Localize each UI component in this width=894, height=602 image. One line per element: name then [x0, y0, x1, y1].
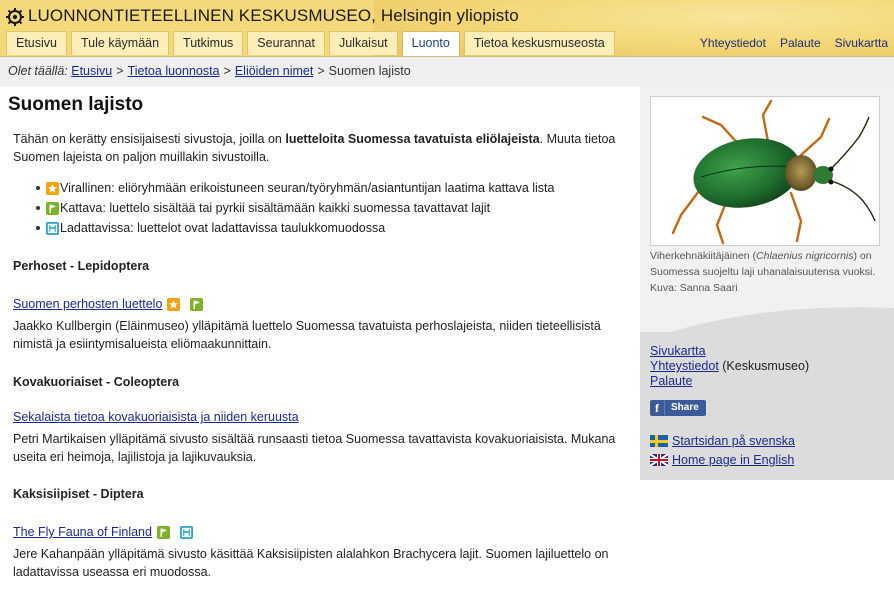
lang-swedish: Startsidan på svenska: [650, 434, 795, 448]
badge-legend: Virallinen: eliöryhmään erikoistuneen se…: [36, 178, 554, 238]
sidebar: Viherkehnäkiitäjäinen (Chlaenius nigrico…: [640, 86, 894, 480]
facebook-icon: f: [650, 400, 665, 416]
link-home-page-english[interactable]: Home page in English: [672, 453, 794, 467]
top-link-sivukartta[interactable]: Sivukartta: [835, 36, 888, 50]
tab-tietoa-keskusmuseosta[interactable]: Tietoa keskusmuseosta: [463, 31, 615, 55]
sidebar-link-palaute[interactable]: Palaute: [650, 374, 692, 388]
breadcrumb-current: Suomen lajisto: [328, 64, 411, 78]
caption-credit: Kuva: Sanna Saari: [650, 282, 738, 294]
intro-bold-text: luetteloita Suomessa tavatuista eliölaje…: [285, 132, 540, 146]
intro-text: Tähän on kerätty ensisijaisesti sivustoj…: [13, 132, 286, 146]
breadcrumb: Olet täällä: Etusivu > Tietoa luonnosta > El…: [8, 64, 411, 78]
swedish-flag-icon: [650, 435, 668, 447]
entry-lepidoptera-link-row: Suomen perhosten luettelo: [13, 297, 207, 311]
breadcrumb-bar: Olet täällä: Etusivu > Tietoa luonnosta > El…: [0, 56, 894, 87]
legend-item-downloadable: Ladattavissa: luettelot ovat ladattaviss…: [36, 218, 554, 238]
tab-etusivu[interactable]: Etusivu: [6, 31, 67, 55]
breadcrumb-separator: >: [317, 64, 325, 78]
site-header: LUONNONTIETEELLINEN KESKUSMUSEO, Helsing…: [0, 0, 894, 57]
flag-badge-icon: [190, 297, 204, 311]
museum-logo-icon[interactable]: [6, 8, 24, 26]
sidebar-link-suffix: (Keskusmuseo): [718, 359, 810, 373]
disk-badge-icon: [46, 222, 59, 235]
breadcrumb-prefix: Olet täällä:: [8, 64, 68, 78]
star-badge-icon: [167, 297, 181, 311]
entry-description-diptera: Jere Kahanpään ylläpitämä sivusto käsitt…: [13, 547, 609, 579]
legend-item-official: Virallinen: eliöryhmään erikoistuneen se…: [36, 178, 554, 198]
flag-badge-icon: [46, 202, 59, 215]
breadcrumb-link-eliöiden-nimet[interactable]: Eliöiden nimet: [235, 64, 314, 78]
photo-caption: Viherkehnäkiitäjäinen (Chlaenius nigrico…: [650, 248, 886, 296]
sidebar-links: Sivukartta Yhteystiedot (Keskusmuseo) Pa…: [650, 344, 809, 389]
legend-text: Virallinen: eliöryhmään erikoistuneen se…: [60, 181, 555, 195]
facebook-share-button[interactable]: f Share: [650, 400, 706, 416]
section-title-lepidoptera: Perhoset - Lepidoptera: [13, 259, 150, 273]
tab-seurannat[interactable]: Seurannat: [247, 31, 325, 55]
sidebar-curve-decoration: [640, 307, 894, 342]
lang-english: Home page in English: [650, 453, 794, 467]
bullet-icon: [36, 206, 40, 210]
section-title-diptera: Kaksisiipiset - Diptera: [13, 487, 144, 501]
page: LUONNONTIETEELLINEN KESKUSMUSEO, Helsing…: [0, 0, 894, 602]
uk-flag-icon: [650, 454, 668, 466]
link-suomen-perhosten-luettelo[interactable]: Suomen perhosten luettelo: [13, 297, 162, 311]
page-title: Suomen lajisto: [8, 94, 144, 115]
top-link-palaute[interactable]: Palaute: [780, 36, 821, 50]
tab-tutkimus[interactable]: Tutkimus: [173, 31, 244, 55]
entry-description-lepidoptera: Jaakko Kullbergin (Eläinmuseo) ylläpitäm…: [13, 319, 601, 351]
entry-description-coleoptera: Petri Martikaisen ylläpitämä sivusto sis…: [13, 432, 616, 464]
entry-coleoptera-link-row: Sekalaista tietoa kovakuoriaisista ja ni…: [13, 410, 299, 424]
breadcrumb-link-tietoa-luonnosta[interactable]: Tietoa luonnosta: [128, 64, 220, 78]
ground-beetle-image: [671, 99, 876, 245]
legend-text: Ladattavissa: luettelot ovat ladattaviss…: [60, 221, 386, 235]
caption-text: Viherkehnäkiitäjäinen (: [650, 250, 757, 262]
top-links: Yhteystiedot Palaute Sivukartta: [700, 36, 888, 50]
caption-species: Chlaenius nigricornis: [756, 250, 854, 262]
sidebar-link-sivukartta[interactable]: Sivukartta: [650, 344, 706, 358]
tab-tule-kaymaan[interactable]: Tule käymään: [71, 31, 170, 55]
bullet-icon: [36, 186, 40, 190]
breadcrumb-separator: >: [223, 64, 231, 78]
share-label: Share: [671, 402, 699, 413]
star-badge-icon: [46, 182, 59, 195]
intro-paragraph: Tähän on kerätty ensisijaisesti sivustoj…: [13, 130, 631, 166]
tab-luonto[interactable]: Luonto: [401, 31, 460, 57]
site-title[interactable]: LUONNONTIETEELLINEN KESKUSMUSEO, Helsing…: [28, 6, 519, 26]
link-fly-fauna-of-finland[interactable]: The Fly Fauna of Finland: [13, 525, 152, 539]
link-sekalaista-tietoa-kovakuoriaisista[interactable]: Sekalaista tietoa kovakuoriaisista ja ni…: [13, 410, 299, 424]
entry-diptera-link-row: The Fly Fauna of Finland: [13, 525, 197, 539]
tab-julkaisut[interactable]: Julkaisut: [328, 31, 398, 55]
legend-item-comprehensive: Kattava: luettelo sisältää tai pyrkii si…: [36, 198, 554, 218]
flag-badge-icon: [156, 525, 170, 539]
main-nav-tabs: Etusivu Tule käymään Tutkimus Seurannat …: [6, 31, 615, 57]
disk-badge-icon: [179, 525, 193, 539]
beetle-photo: [650, 96, 880, 246]
link-startsidan-svenska[interactable]: Startsidan på svenska: [672, 434, 795, 448]
legend-text: Kattava: luettelo sisältää tai pyrkii si…: [60, 201, 491, 215]
sidebar-link-yhteystiedot[interactable]: Yhteystiedot: [650, 359, 719, 373]
top-link-yhteystiedot[interactable]: Yhteystiedot: [700, 36, 766, 50]
breadcrumb-separator: >: [116, 64, 124, 78]
section-title-coleoptera: Kovakuoriaiset - Coleoptera: [13, 375, 180, 389]
breadcrumb-link-etusivu[interactable]: Etusivu: [71, 64, 112, 78]
main-content: Suomen lajisto Tähän on kerätty ensisija…: [8, 94, 634, 579]
bullet-icon: [36, 226, 40, 230]
